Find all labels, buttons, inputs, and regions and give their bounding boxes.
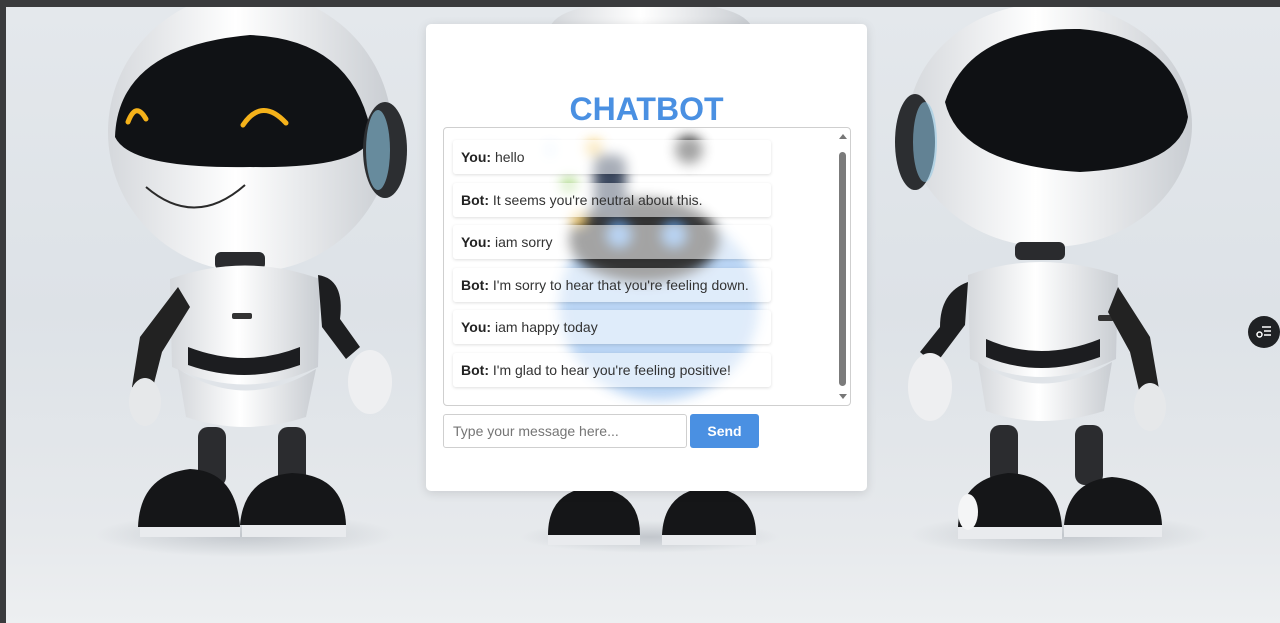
- message-item: Bot: It seems you're neutral about this.: [453, 182, 771, 217]
- message-item: Bot: I'm glad to hear you're feeling pos…: [453, 352, 771, 387]
- message-sender: Bot:: [461, 361, 489, 378]
- right-robot: [895, 7, 1210, 557]
- message-item: Bot: I'm sorry to hear that you're feeli…: [453, 267, 771, 302]
- message-list: You: hello Bot: It seems you're neutral …: [453, 140, 773, 395]
- window-top-bar: [0, 0, 1280, 7]
- message-item: You: hello: [453, 140, 771, 174]
- message-text: iam happy today: [494, 319, 598, 335]
- message-input[interactable]: [443, 414, 687, 448]
- message-text: hello: [494, 149, 525, 165]
- floating-action-button[interactable]: [1248, 316, 1280, 348]
- message-text: iam sorry: [494, 234, 553, 250]
- message-sender: You:: [461, 149, 492, 165]
- message-text: I'm glad to hear you're feeling positive…: [492, 361, 731, 378]
- message-sender: You:: [461, 319, 492, 335]
- chat-container: CHATBOT You: hello Bot: It seems you're …: [426, 24, 867, 491]
- message-text: I'm sorry to hear that you're feeling do…: [492, 276, 749, 293]
- message-sender: Bot:: [461, 276, 489, 293]
- message-item: You: iam happy today: [453, 310, 771, 344]
- chat-messages-box[interactable]: You: hello Bot: It seems you're neutral …: [443, 127, 851, 406]
- list-settings-icon: [1256, 326, 1271, 338]
- scroll-down-arrow-icon[interactable]: [839, 394, 847, 399]
- message-text: It seems you're neutral about this.: [492, 191, 703, 208]
- message-sender: You:: [461, 234, 492, 250]
- scroll-up-arrow-icon[interactable]: [839, 134, 847, 139]
- send-button[interactable]: Send: [690, 414, 759, 448]
- scrollbar-thumb[interactable]: [839, 152, 846, 386]
- chat-scrollbar[interactable]: [836, 128, 850, 405]
- chat-title: CHATBOT: [569, 91, 724, 127]
- message-item: You: iam sorry: [453, 225, 771, 259]
- left-robot: [95, 7, 407, 557]
- message-sender: Bot:: [461, 191, 489, 208]
